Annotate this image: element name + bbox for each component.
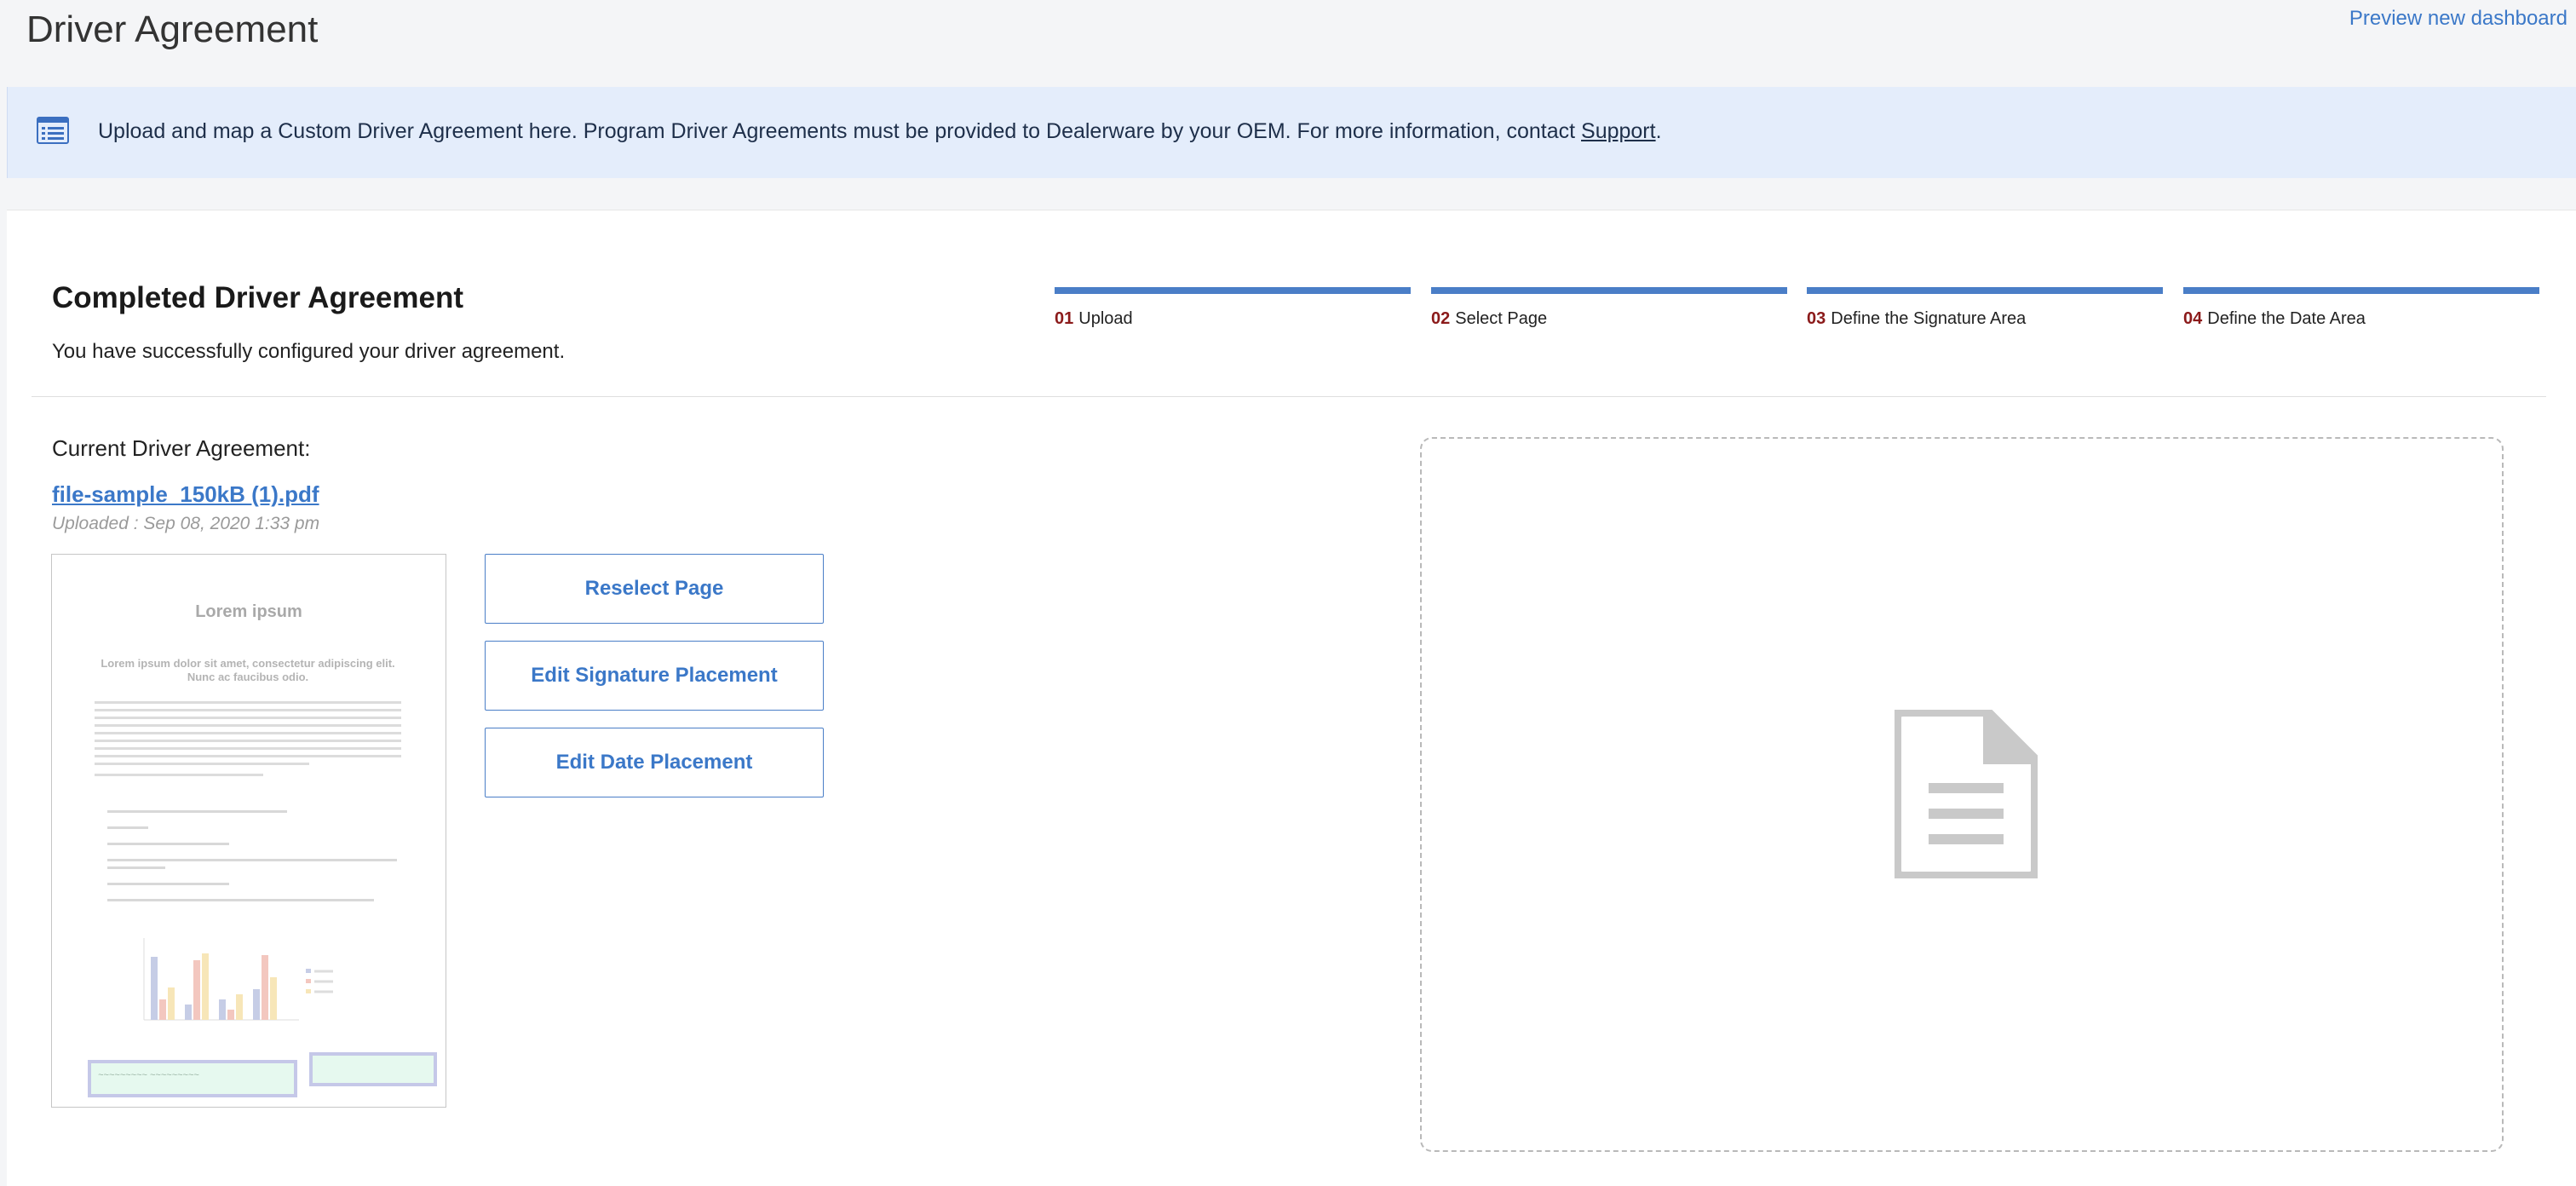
progress-steps: 01 Upload 02 Select Page 03 Define the Sign… xyxy=(1055,287,2547,355)
step-bar xyxy=(1807,287,2163,294)
page-title: Driver Agreement xyxy=(26,9,319,50)
step-date-area: 04 Define the Date Area xyxy=(2183,287,2539,329)
step-label: Upload xyxy=(1078,309,1133,328)
step-label: Define the Signature Area xyxy=(1831,309,2027,328)
step-number: 02 xyxy=(1431,309,1451,328)
step-bar xyxy=(2183,287,2539,294)
signature-scribble: ~~~~~~~~~ ~~~~~~~~~ xyxy=(98,1070,199,1080)
banner-text: Upload and map a Custom Driver Agreement… xyxy=(98,119,1582,143)
upload-timestamp: Uploaded : Sep 08, 2020 1:33 pm xyxy=(52,514,320,533)
step-label: Define the Date Area xyxy=(2207,309,2366,328)
divider xyxy=(32,396,2546,397)
agreement-page-preview: Lorem ipsum Lorem ipsum dolor sit amet, … xyxy=(51,554,446,1108)
step-bar xyxy=(1055,287,1411,294)
step-number: 03 xyxy=(1807,309,1826,328)
date-area-marker xyxy=(309,1052,437,1086)
banner-suffix: . xyxy=(1655,119,1662,143)
card-title: Completed Driver Agreement xyxy=(52,281,463,314)
list-card-icon xyxy=(37,117,69,144)
document-icon xyxy=(1895,710,2038,878)
signature-area-marker: ~~~~~~~~~ ~~~~~~~~~ xyxy=(88,1060,297,1097)
agreement-card: Completed Driver Agreement You have succ… xyxy=(7,210,2576,1186)
document-preview-area xyxy=(1420,437,2504,1152)
step-upload: 01 Upload xyxy=(1055,287,1411,329)
preview-dashboard-link[interactable]: Preview new dashboard xyxy=(2349,7,2567,31)
card-subtitle: You have successfully configured your dr… xyxy=(52,340,566,363)
preview-paragraph xyxy=(95,701,401,781)
step-select-page: 02 Select Page xyxy=(1431,287,1787,329)
step-number: 01 xyxy=(1055,309,1074,328)
step-signature-area: 03 Define the Signature Area xyxy=(1807,287,2163,329)
edit-signature-placement-button[interactable]: Edit Signature Placement xyxy=(485,641,824,711)
step-bar xyxy=(1431,287,1787,294)
step-label: Select Page xyxy=(1455,309,1548,328)
edit-date-placement-button[interactable]: Edit Date Placement xyxy=(485,728,824,797)
info-banner: Upload and map a Custom Driver Agreement… xyxy=(7,87,2576,178)
reselect-page-button[interactable]: Reselect Page xyxy=(485,554,824,624)
preview-chart xyxy=(143,938,333,1021)
preview-subtitle: Lorem ipsum dolor sit amet, consectetur … xyxy=(101,657,395,683)
preview-bullet-list xyxy=(107,810,397,907)
support-link[interactable]: Support xyxy=(1581,119,1656,143)
top-bar: Driver Agreement Preview new dashboard xyxy=(0,0,2576,77)
current-agreement-label: Current Driver Agreement: xyxy=(52,435,311,461)
banner-message: Upload and map a Custom Driver Agreement… xyxy=(98,119,1662,144)
agreement-file-link[interactable]: file-sample_150kB (1).pdf xyxy=(52,481,319,508)
step-number: 04 xyxy=(2183,309,2203,328)
preview-title: Lorem ipsum xyxy=(195,602,302,621)
